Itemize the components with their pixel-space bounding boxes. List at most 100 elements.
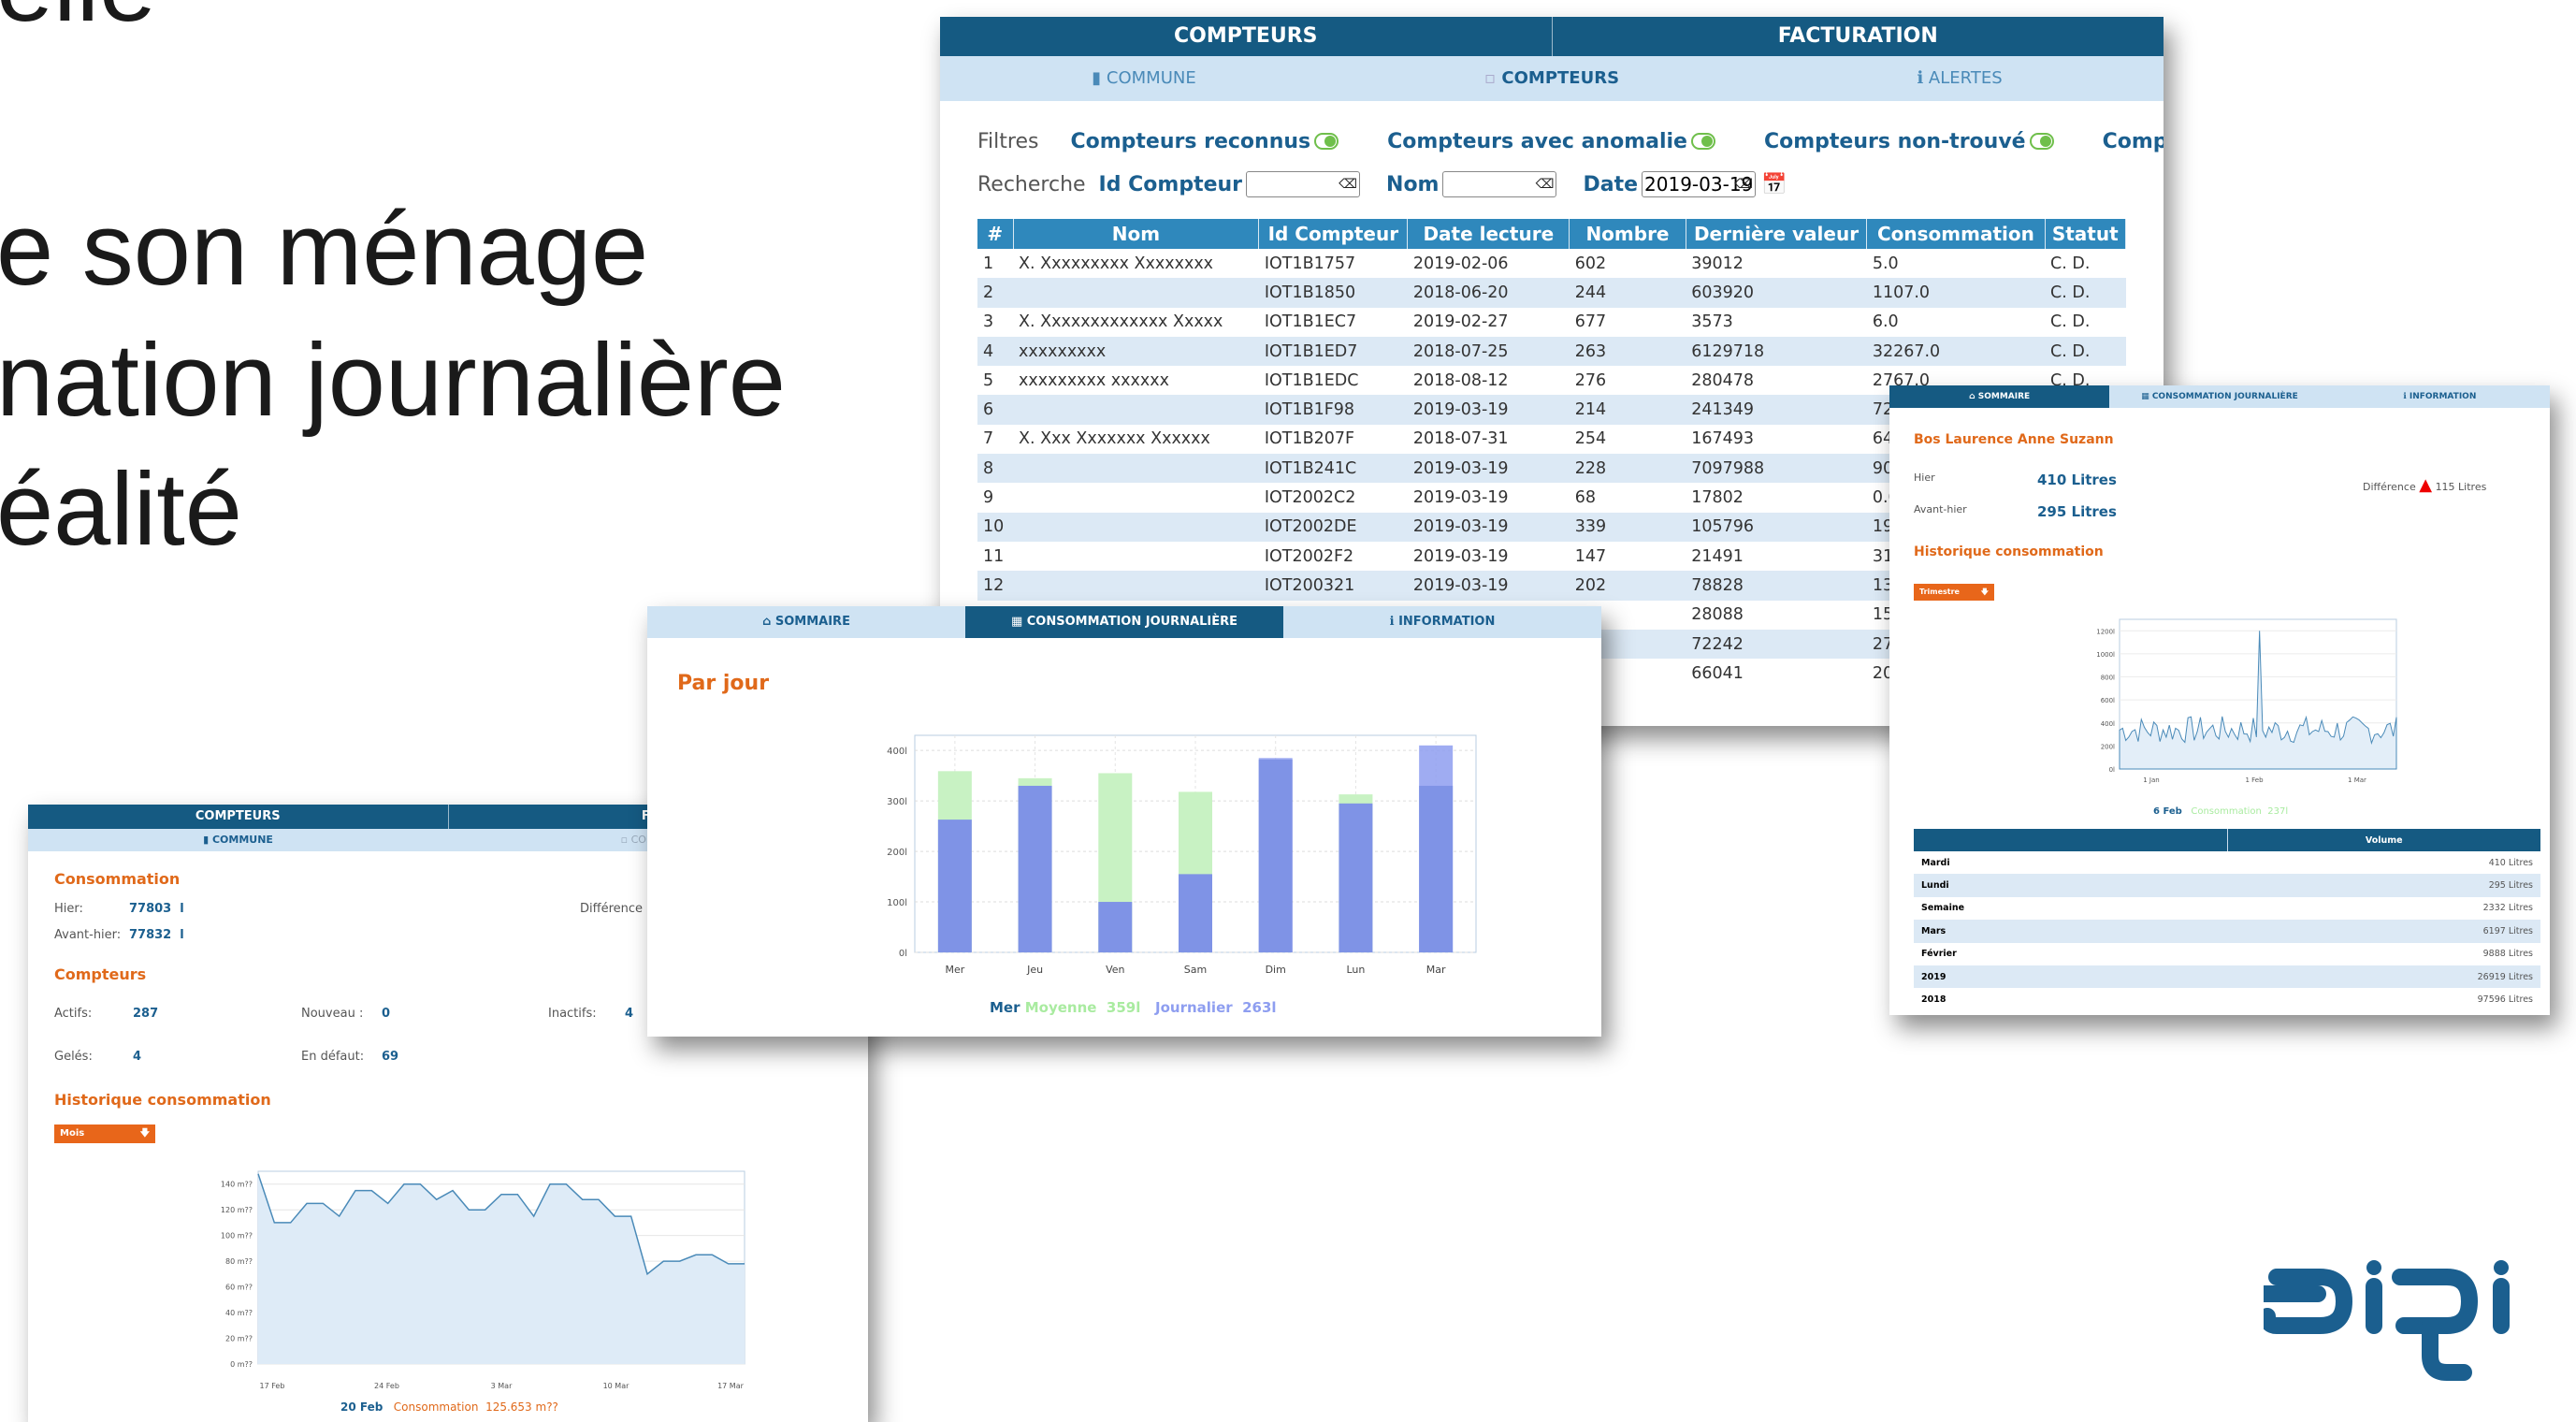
logo-text: bigi <box>2264 1258 2265 1259</box>
bar-journalier[interactable] <box>1419 785 1454 952</box>
tooltip-daily-value: 263l <box>1242 999 1277 1016</box>
x-tick-label: 1 Jan <box>2143 776 2159 784</box>
bar-journalier[interactable] <box>1179 874 1212 952</box>
table-row: Semaine 2332 Litres <box>1914 897 2540 920</box>
hier-unit: l <box>180 902 184 916</box>
column-header[interactable]: Date lecture <box>1407 219 1570 249</box>
x-tick-label: 10 Mar <box>603 1382 630 1390</box>
clear-icon[interactable]: ⌫ <box>1536 172 1555 196</box>
table-cell: 3 <box>983 312 994 332</box>
y-tick-label: 140 m?? <box>221 1181 253 1189</box>
home-icon: ⌂ <box>1969 392 1978 401</box>
bar-journalier[interactable] <box>937 820 972 952</box>
defaut-label: En défaut: <box>301 1050 365 1064</box>
table-cell: 11 <box>983 546 1005 566</box>
chart-tooltip: 6 Feb Consommation 237l <box>2153 806 2288 817</box>
table-cell: 78828 <box>1686 571 1867 601</box>
volume-cell: 97596 Litres <box>2477 994 2533 1006</box>
column-header[interactable]: Statut <box>2045 219 2126 249</box>
table-header-blank <box>1914 829 2228 851</box>
table-cell: xxxxxxxxx xxxxxx <box>1019 370 1169 390</box>
table-cell: 339 <box>1569 512 1686 542</box>
tab-sommaire[interactable]: ⌂ SOMMAIRE <box>1889 385 2110 408</box>
nav-facturation[interactable]: FACTURATION <box>1553 17 2164 56</box>
clear-icon[interactable]: ⌫ <box>1734 172 1753 196</box>
tab-compteurs-label: COMPTEURS <box>1501 68 1620 88</box>
column-header[interactable]: # <box>977 219 1014 249</box>
tab-commune-label: COMMUNE <box>1106 68 1196 88</box>
column-header[interactable]: Nom <box>1013 219 1260 249</box>
table-cell: 4 <box>977 336 1014 367</box>
geles-value: 4 <box>133 1050 142 1064</box>
toggle-reconnus[interactable] <box>1314 133 1339 150</box>
period-dropdown[interactable]: Mois 🡇 <box>54 1125 155 1143</box>
tab-sommaire[interactable]: ⌂ SOMMAIRE <box>647 606 965 638</box>
tooltip-avg-label: Moyenne <box>1024 999 1097 1016</box>
tab-consommation[interactable]: ▦ CONSOMMATION JOURNALIÈRE <box>2109 385 2329 408</box>
table-cell: 202 <box>1569 571 1686 601</box>
table-cell: 677 <box>1574 312 1607 332</box>
period-cell: Mars <box>1914 920 2227 943</box>
tab-commune[interactable]: ▮ COMMUNE <box>28 829 448 851</box>
table-cell: 263 <box>1569 336 1686 367</box>
table-row[interactable]: 3 X. Xxxxxxxxxxxxx Xxxxx IOT1B1EC7 2019-02-… <box>977 308 2126 337</box>
table-cell: IOT200321 <box>1258 571 1408 601</box>
table-cell: 28088 <box>1691 605 1744 625</box>
tab-commune-label: COMMUNE <box>211 834 273 846</box>
bar-journalier[interactable] <box>1018 785 1052 952</box>
date-input[interactable]: 2019-03-19 ⌫ <box>1642 171 1757 197</box>
y-tick-label: 20 m?? <box>225 1335 253 1343</box>
avant-hier-label: Avant-hier <box>1914 503 1967 515</box>
table-row[interactable]: 1 X. Xxxxxxxxx Xxxxxxxx IOT1B1757 2019-02-0… <box>977 249 2126 278</box>
tab-commune[interactable]: ▮ COMMUNE <box>940 56 1348 101</box>
id-compteur-input[interactable]: ⌫ <box>1246 171 1361 197</box>
tab-information[interactable]: ℹ INFORMATION <box>1283 606 1601 638</box>
volume-cell: 410 Litres <box>2488 857 2533 868</box>
tab-bar: ⌂ SOMMAIRE ▦ CONSOMMATION JOURNALIÈRE ℹ … <box>647 606 1601 638</box>
x-tick-label: 1 Mar <box>2348 776 2366 784</box>
chart-tooltip: 20 Feb Consommation 125.653 m?? <box>340 1400 558 1414</box>
top-nav: COMPTEURS FACTURATION <box>940 17 2164 56</box>
table-cell: X. Xxxxxxxxx Xxxxxxxx <box>1019 254 1214 273</box>
tab-consommation[interactable]: ▦ CONSOMMATION JOURNALIÈRE <box>965 606 1283 638</box>
y-tick-label: 600l <box>2101 697 2115 704</box>
nom-label: Nom <box>1386 172 1440 196</box>
arrow-down-icon: 🡇 <box>1980 588 1989 596</box>
difference-value: 115 Litres <box>2435 481 2487 493</box>
y-tick-label: 0 m?? <box>230 1360 253 1369</box>
tab-alertes[interactable]: ℹ ALERTES <box>1756 56 2164 101</box>
table-row[interactable]: 2 IOT1B1850 2018-06-20 244 603920 1107.0 C. D. <box>977 278 2126 308</box>
calendar-icon[interactable]: 📅 <box>1761 173 1787 196</box>
column-header[interactable]: Id Compteur <box>1258 219 1409 249</box>
clear-icon[interactable]: ⌫ <box>1339 172 1357 196</box>
geles-label: Gelés: <box>54 1050 93 1064</box>
column-header[interactable]: Consommation <box>1866 219 2046 249</box>
table-cell: X. Xxx Xxxxxxx Xxxxxx <box>1019 429 1210 449</box>
bar-journalier[interactable] <box>1339 803 1373 952</box>
volume-cell: 26919 Litres <box>2227 965 2540 989</box>
toggle-non-trouve[interactable] <box>2029 133 2054 150</box>
period-cell: Semaine <box>1921 903 1965 914</box>
period-dropdown[interactable]: Trimestre 🡇 <box>1914 584 1994 601</box>
table-cell: 39012 <box>1691 254 1744 273</box>
bar-journalier[interactable] <box>1098 902 1133 952</box>
bar-journalier[interactable] <box>1258 759 1293 952</box>
volume-cell: 2332 Litres <box>2482 903 2533 914</box>
table-cell: IOT1B1ED7 <box>1258 336 1408 367</box>
tab-compteurs[interactable]: ▫ COMPTEURS <box>1348 56 1756 101</box>
table-cell: 241349 <box>1686 395 1867 425</box>
tooltip-day: Mer <box>990 999 1020 1016</box>
nav-compteurs[interactable]: COMPTEURS <box>28 805 449 829</box>
table-cell <box>1013 542 1259 571</box>
nav-compteurs[interactable]: COMPTEURS <box>940 17 1553 56</box>
table-cell: 72242 <box>1686 629 1867 660</box>
column-header[interactable]: Dernière valeur <box>1686 219 1868 249</box>
nom-input[interactable]: ⌫ <box>1442 171 1557 197</box>
column-header[interactable]: Nombre <box>1569 219 1686 249</box>
home-icon: ⌂ <box>762 615 775 629</box>
tab-information[interactable]: ℹ INFORMATION <box>2330 385 2550 408</box>
difference-label: Différence <box>2363 481 2416 493</box>
tooltip-avg-value: 359l <box>1106 999 1141 1016</box>
table-row[interactable]: 4 xxxxxxxxx IOT1B1ED7 2018-07-25 263 6129718 3… <box>977 336 2126 367</box>
toggle-anomalie[interactable] <box>1690 133 1715 150</box>
